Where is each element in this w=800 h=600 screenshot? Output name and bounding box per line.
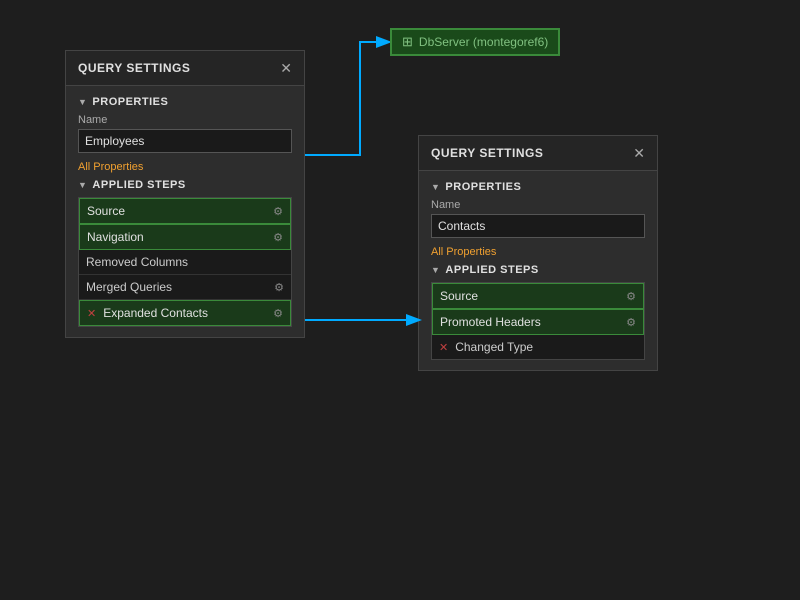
step-label: Changed Type — [455, 340, 533, 354]
step-left: Source — [440, 289, 478, 303]
step-label: Merged Queries — [86, 280, 172, 294]
panel2-steps-label: APPLIED STEPS — [445, 264, 538, 276]
gear-icon[interactable]: ⚙ — [274, 281, 284, 294]
panel1-name-label: Name — [78, 114, 292, 126]
x-icon: ✕ — [87, 307, 96, 320]
panel1-triangle-icon: ▼ — [78, 97, 87, 107]
panel1-step-item[interactable]: Source ⚙ — [79, 198, 291, 224]
panel2-step-item[interactable]: Source ⚙ — [432, 283, 644, 309]
panel2-properties-label: PROPERTIES — [445, 181, 521, 193]
gear-icon[interactable]: ⚙ — [273, 307, 283, 320]
step-left: Removed Columns — [86, 255, 188, 269]
panel2-title: QUERY SETTINGS — [431, 146, 543, 160]
panel1-steps-list: Source ⚙ Navigation ⚙ Removed Columns Merged … — [78, 197, 292, 327]
step-left: Source — [87, 204, 125, 218]
panel2-properties-header: ▼ PROPERTIES — [431, 181, 645, 193]
panel1-all-properties-link[interactable]: All Properties — [78, 161, 143, 173]
panel1-properties-header: ▼ PROPERTIES — [78, 96, 292, 108]
step-label: Navigation — [87, 230, 144, 244]
panel2-all-properties-link[interactable]: All Properties — [431, 246, 496, 258]
panel1-properties-label: PROPERTIES — [92, 96, 168, 108]
step-label: Source — [87, 204, 125, 218]
panel1-steps-triangle-icon: ▼ — [78, 180, 87, 190]
panel2-name-input[interactable] — [431, 214, 645, 238]
step-left: ✕ Changed Type — [439, 340, 533, 354]
panel1-steps-header: ▼ APPLIED STEPS — [78, 179, 292, 191]
gear-icon[interactable]: ⚙ — [626, 290, 636, 303]
panel2-triangle-icon: ▼ — [431, 182, 440, 192]
step-left: ✕ Expanded Contacts — [87, 306, 208, 320]
db-server-label: DbServer (montegoref6) — [419, 35, 548, 49]
panel1-step-item[interactable]: Merged Queries ⚙ — [79, 275, 291, 300]
panel2-steps-list: Source ⚙ Promoted Headers ⚙ ✕ Changed Type — [431, 282, 645, 360]
panel1-applied-steps-section: ▼ APPLIED STEPS Source ⚙ Navigation ⚙ Remove… — [66, 179, 304, 337]
step-left: Navigation — [87, 230, 144, 244]
step-label: Source — [440, 289, 478, 303]
panel2-properties-section: ▼ PROPERTIES Name All Properties — [419, 171, 657, 264]
panel1-step-item[interactable]: Navigation ⚙ — [79, 224, 291, 250]
panel2-header: QUERY SETTINGS ✕ — [419, 136, 657, 171]
step-label: Expanded Contacts — [103, 306, 208, 320]
panel1-close-button[interactable]: ✕ — [280, 61, 292, 75]
step-label: Promoted Headers — [440, 315, 541, 329]
gear-icon[interactable]: ⚙ — [273, 205, 283, 218]
panel1-header: QUERY SETTINGS ✕ — [66, 51, 304, 86]
gear-icon[interactable]: ⚙ — [626, 316, 636, 329]
panel2-step-item[interactable]: Promoted Headers ⚙ — [432, 309, 644, 335]
step-label: Removed Columns — [86, 255, 188, 269]
db-server-badge: ⊞ DbServer (montegoref6) — [390, 28, 560, 56]
panel1-properties-section: ▼ PROPERTIES Name All Properties — [66, 86, 304, 179]
panel2-name-label: Name — [431, 199, 645, 211]
panel2-close-button[interactable]: ✕ — [633, 146, 645, 160]
panel2-steps-header: ▼ APPLIED STEPS — [431, 264, 645, 276]
panel1-name-input[interactable] — [78, 129, 292, 153]
gear-icon[interactable]: ⚙ — [273, 231, 283, 244]
panel1-title: QUERY SETTINGS — [78, 61, 190, 75]
step-left: Promoted Headers — [440, 315, 541, 329]
panel1-step-item[interactable]: Removed Columns — [79, 250, 291, 275]
panel2-applied-steps-section: ▼ APPLIED STEPS Source ⚙ Promoted Headers ⚙… — [419, 264, 657, 370]
x-icon: ✕ — [439, 341, 448, 354]
panel1-steps-label: APPLIED STEPS — [92, 179, 185, 191]
step-left: Merged Queries — [86, 280, 172, 294]
contacts-query-settings-panel: QUERY SETTINGS ✕ ▼ PROPERTIES Name All P… — [418, 135, 658, 371]
db-icon: ⊞ — [402, 34, 413, 50]
panel1-step-item[interactable]: ✕ Expanded Contacts ⚙ — [79, 300, 291, 326]
panel2-steps-triangle-icon: ▼ — [431, 265, 440, 275]
employees-query-settings-panel: QUERY SETTINGS ✕ ▼ PROPERTIES Name All P… — [65, 50, 305, 338]
panel2-step-item[interactable]: ✕ Changed Type — [432, 335, 644, 359]
